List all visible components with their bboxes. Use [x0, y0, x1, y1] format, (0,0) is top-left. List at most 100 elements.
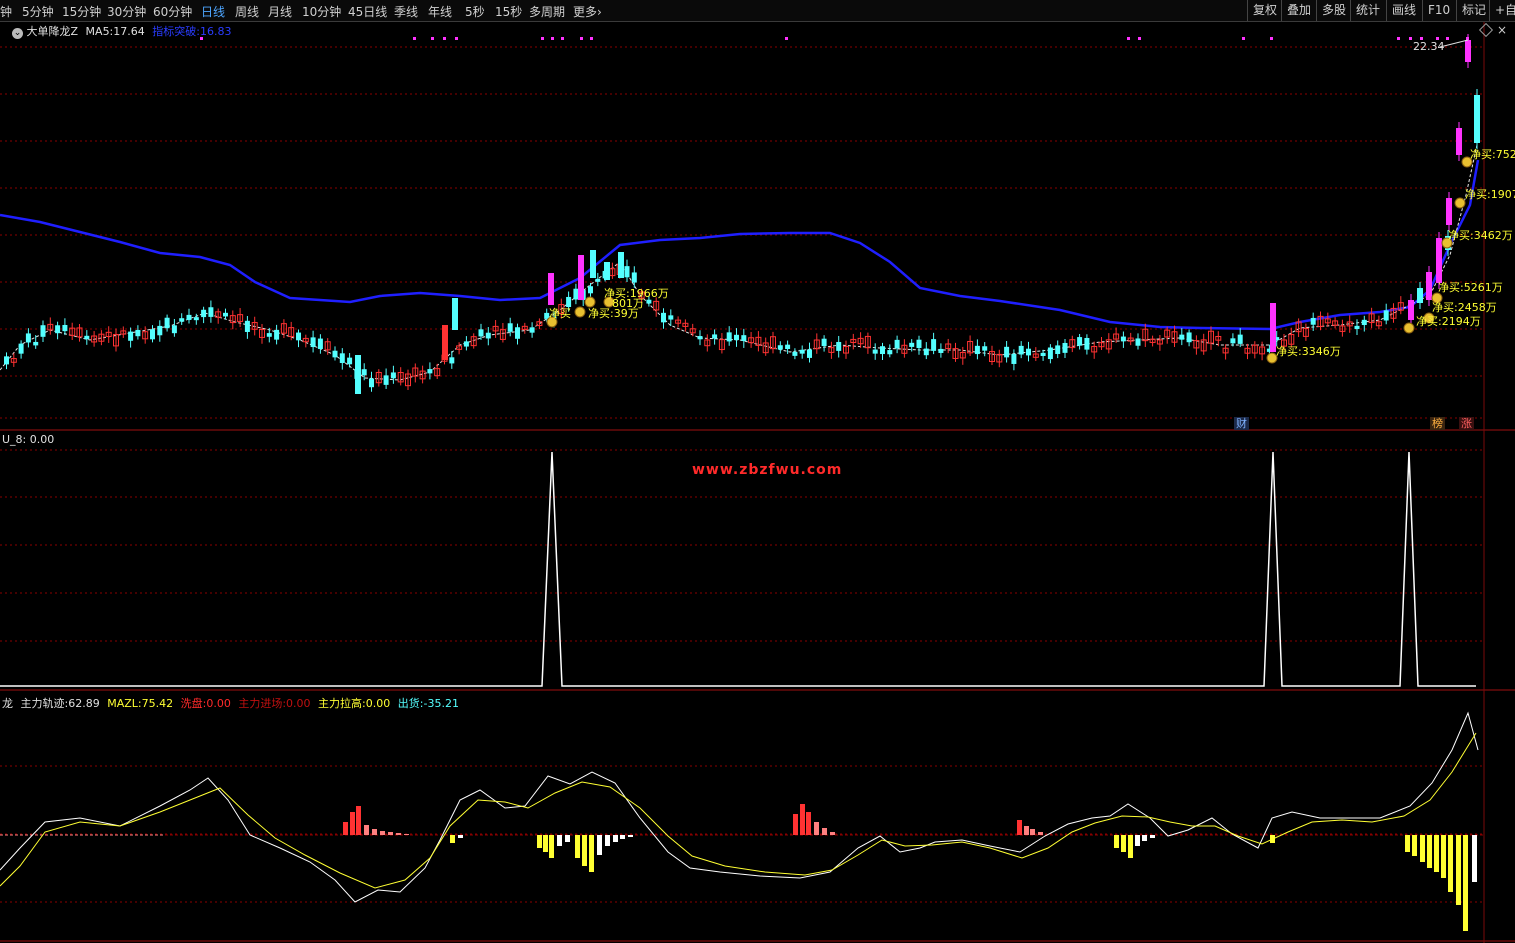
- main-track-value: 62.89: [68, 697, 100, 710]
- candle-body: [916, 339, 922, 349]
- candle-body: [296, 332, 301, 341]
- candle-body: [208, 307, 214, 317]
- signal-dot: [1409, 37, 1412, 40]
- main-track-label: 主力轨迹:: [20, 697, 69, 710]
- signal-dot: [413, 37, 416, 40]
- histogram-bar: [458, 835, 463, 838]
- candle-body: [1426, 272, 1432, 300]
- breakout-value: 16.83: [200, 25, 232, 38]
- candle-body: [1474, 95, 1480, 143]
- candle-body: [1026, 348, 1031, 356]
- candle-body: [697, 336, 703, 340]
- candle-body: [618, 252, 624, 278]
- histogram-bar: [565, 835, 570, 842]
- histogram-bar: [1456, 835, 1461, 905]
- signal-dot: [551, 37, 554, 40]
- histogram-bar: [620, 835, 625, 839]
- candle-body: [40, 325, 46, 337]
- main-indicator-header: ⌄ 大单降龙Z MA5:17.64 指标突破:16.83: [0, 23, 232, 39]
- histogram-bar: [1448, 835, 1453, 892]
- candle-body: [1040, 352, 1046, 357]
- candle-body: [668, 315, 674, 320]
- histogram-bar: [543, 835, 548, 852]
- histogram-bar: [605, 835, 610, 846]
- candle-body: [931, 339, 937, 351]
- candle-body: [887, 350, 893, 355]
- histogram-bar: [597, 835, 602, 855]
- candle-body: [55, 325, 61, 334]
- signal-dot: [443, 37, 446, 40]
- candle-body: [1018, 345, 1024, 355]
- mazl-label: MAZL:: [107, 697, 142, 710]
- candle-body: [894, 339, 900, 349]
- panel2-label: U_8:: [2, 433, 27, 446]
- histogram-bar: [1427, 835, 1432, 868]
- candle-body: [548, 273, 554, 305]
- candle-body: [1120, 336, 1126, 342]
- histogram-bar: [1030, 829, 1035, 835]
- candle-body: [578, 255, 584, 300]
- histogram-bar: [589, 835, 594, 872]
- candle-body: [4, 356, 9, 365]
- candle-body: [355, 355, 361, 394]
- candle-body: [171, 325, 177, 334]
- signal-dot: [1138, 37, 1141, 40]
- candle-body: [452, 298, 458, 330]
- candle-body: [785, 344, 791, 350]
- candle-body: [1446, 198, 1452, 225]
- histogram-bar: [1017, 820, 1022, 835]
- histogram-bar: [396, 833, 401, 835]
- histogram-bar: [537, 835, 542, 848]
- signal-dot: [541, 37, 544, 40]
- candle-body: [128, 331, 134, 341]
- limit-up-event-flag[interactable]: 涨: [1459, 417, 1474, 430]
- histogram-bar: [1412, 835, 1417, 856]
- histogram-bar: [388, 832, 393, 835]
- candle-body: [974, 345, 980, 355]
- histogram-bar: [350, 812, 355, 835]
- candle-body: [1004, 346, 1010, 358]
- histogram-bar: [343, 822, 348, 835]
- panel3-header: 龙 主力轨迹:62.89 MAZL:75.42 洗盘:0.00 主力进场:0.0…: [2, 695, 459, 711]
- signal-dot: [1242, 37, 1245, 40]
- candle-body: [157, 325, 163, 336]
- mazl-line: [0, 732, 1477, 889]
- finance-event-flag[interactable]: 财: [1234, 417, 1249, 430]
- candle-body: [1310, 317, 1316, 325]
- candle-body: [186, 314, 192, 320]
- histogram-bar: [1441, 835, 1446, 878]
- histogram-bar: [1114, 835, 1119, 848]
- close-icon[interactable]: ×: [1497, 23, 1507, 37]
- candle-body: [734, 334, 739, 341]
- candle-body: [164, 317, 170, 329]
- candle-body: [1456, 128, 1462, 155]
- net-buy-label: 净买:3462万: [1448, 229, 1513, 242]
- candle-body: [909, 342, 915, 347]
- candle-body: [193, 317, 199, 321]
- signal-dot: [455, 37, 458, 40]
- candle-body: [485, 332, 491, 339]
- candle-body: [821, 338, 827, 347]
- histogram-bar: [1472, 835, 1477, 882]
- histogram-bar: [404, 834, 409, 835]
- settings-circle-icon[interactable]: ⌄: [12, 28, 23, 39]
- money-bag-icon: [574, 306, 586, 318]
- ranking-event-flag[interactable]: 榜: [1430, 417, 1445, 430]
- candle-body: [1417, 288, 1423, 303]
- money-bag-icon: [1403, 322, 1415, 334]
- net-buy-label: 净买:2458万: [1432, 301, 1497, 314]
- distribution-value: -35.21: [423, 697, 459, 710]
- histogram-bar: [356, 806, 361, 835]
- ma5-label: MA5:: [85, 25, 114, 38]
- candle-body: [1011, 353, 1017, 364]
- candle-body: [244, 320, 250, 332]
- candle-body: [1186, 332, 1192, 343]
- histogram-bar: [1463, 835, 1468, 931]
- candle-body: [1465, 40, 1471, 62]
- candle-body: [836, 341, 842, 351]
- indicator-name[interactable]: 大单降龙Z: [27, 25, 79, 38]
- histogram-bar: [1121, 835, 1126, 852]
- net-buy-label: 净买:3346万: [1276, 345, 1341, 358]
- candle-body: [339, 353, 345, 363]
- candle-body: [661, 312, 666, 323]
